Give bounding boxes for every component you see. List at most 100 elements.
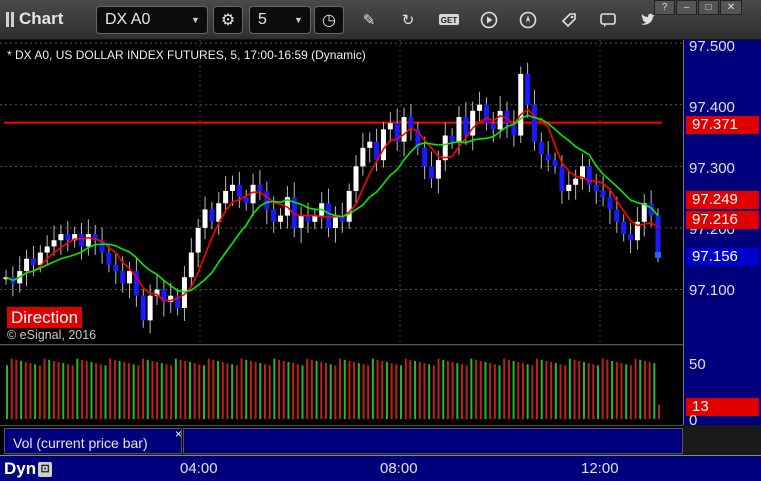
volume-bar xyxy=(118,360,121,419)
settings-gear-icon[interactable]: ⚙ xyxy=(213,6,243,34)
candle-up xyxy=(346,190,352,222)
volume-bar xyxy=(648,362,651,419)
volume-bar xyxy=(400,365,403,419)
volume-bar xyxy=(446,360,449,419)
candle-down xyxy=(538,141,544,154)
volume-bar xyxy=(137,365,140,419)
volume-bar xyxy=(545,360,548,419)
volume-bar xyxy=(343,359,346,419)
candle-down xyxy=(140,295,146,321)
volume-bar xyxy=(658,404,660,419)
comment-icon[interactable] xyxy=(596,9,620,31)
volume-bar xyxy=(29,363,32,419)
volume-bar xyxy=(66,364,69,419)
dynamic-mode-label: Dyn xyxy=(4,459,37,478)
volume-bar xyxy=(38,365,41,419)
candle-down xyxy=(559,166,565,191)
volume-bar xyxy=(170,365,173,419)
chevron-down-icon: ▼ xyxy=(191,15,200,25)
candle-down xyxy=(65,234,71,241)
volume-bar xyxy=(620,363,623,419)
candle-down xyxy=(305,215,311,222)
volume-bar xyxy=(226,363,229,419)
volume-bar xyxy=(587,363,590,419)
minimize-icon[interactable]: – xyxy=(676,0,697,15)
volume-bar xyxy=(85,360,88,419)
volume-bar xyxy=(418,362,421,419)
candle-down xyxy=(236,184,242,198)
dynamic-mode[interactable]: Dyn ⊡ xyxy=(4,459,53,479)
volume-bar xyxy=(207,358,210,419)
volume-bar xyxy=(95,363,98,419)
candle-up xyxy=(456,117,462,142)
time-tick: 04:00 xyxy=(180,460,218,477)
volume-bar xyxy=(310,359,313,419)
volume-bar xyxy=(404,358,407,419)
volume-bar xyxy=(536,358,539,419)
volume-bar xyxy=(306,358,309,419)
symbol-dropdown[interactable]: DX A0 ▼ xyxy=(96,6,208,34)
volume-bar xyxy=(592,364,595,419)
volume-bar xyxy=(174,358,177,419)
candle-up xyxy=(229,184,235,191)
candle-down xyxy=(490,123,496,130)
volume-bar xyxy=(123,362,126,419)
lock-icon[interactable]: ⊡ xyxy=(38,461,53,477)
volume-bar xyxy=(456,363,459,419)
volume-bar xyxy=(582,362,585,419)
volume-bar xyxy=(353,362,356,419)
pencil-icon[interactable]: ✎ xyxy=(357,9,381,31)
volume-bar xyxy=(493,364,496,419)
volume-bar xyxy=(428,364,431,419)
candle-up xyxy=(44,246,50,253)
volume-bar xyxy=(146,359,149,419)
volume-bar xyxy=(254,362,257,419)
candle-up xyxy=(477,104,483,111)
direction-label: Direction xyxy=(7,307,83,328)
candle-up xyxy=(497,110,503,130)
volume-bar xyxy=(278,359,281,419)
maximize-icon[interactable]: □ xyxy=(698,0,719,15)
volume-bar xyxy=(489,363,492,419)
clock-icon[interactable]: ◷ xyxy=(314,6,344,34)
volume-bar xyxy=(235,365,238,419)
volume-bar xyxy=(517,362,520,419)
app-title: Chart xyxy=(6,9,63,29)
close-study-icon[interactable]: × xyxy=(175,427,182,441)
volume-bar xyxy=(531,365,534,419)
volume-bar xyxy=(104,365,107,419)
price-axis[interactable]: 97.500 97.400 97.300 97.200 97.100 97.37… xyxy=(683,38,761,429)
tag-icon[interactable] xyxy=(557,9,581,31)
time-axis[interactable]: Dyn ⊡ 04:00 08:00 12:00 xyxy=(0,455,761,481)
price-label-level: 97.371 xyxy=(686,116,759,134)
play-icon[interactable] xyxy=(477,9,501,31)
interval-dropdown[interactable]: 5 ▼ xyxy=(249,6,311,34)
refresh-icon[interactable]: ↻ xyxy=(396,9,420,31)
volume-bar xyxy=(357,363,360,419)
volume-bar xyxy=(151,360,154,419)
candle-up xyxy=(387,123,393,130)
volume-bar xyxy=(127,363,130,419)
compass-icon[interactable] xyxy=(516,9,540,31)
volume-bar xyxy=(521,363,524,419)
volume-bar xyxy=(601,358,604,419)
volume-legend-tab[interactable]: Vol (current price bar) × xyxy=(4,427,182,454)
volume-bar xyxy=(339,358,342,419)
volume-pane[interactable] xyxy=(0,346,683,425)
volume-bar xyxy=(15,359,18,419)
candle-down xyxy=(628,234,634,241)
candle-down xyxy=(607,197,613,210)
candle-up xyxy=(51,240,57,247)
get-icon[interactable]: GET xyxy=(437,9,461,31)
candle-down xyxy=(586,166,592,185)
help-icon[interactable]: ? xyxy=(654,0,675,15)
close-icon[interactable]: ✕ xyxy=(720,0,742,15)
price-chart[interactable]: * DX A0, US DOLLAR INDEX FUTURES, 5, 17:… xyxy=(0,40,683,345)
candle-up xyxy=(58,234,64,241)
volume-bar xyxy=(615,362,618,419)
volume-bar xyxy=(460,364,463,419)
candle-down xyxy=(449,135,455,142)
volume-bar xyxy=(160,363,163,419)
price-plot xyxy=(0,40,683,345)
volume-bar xyxy=(625,364,628,419)
